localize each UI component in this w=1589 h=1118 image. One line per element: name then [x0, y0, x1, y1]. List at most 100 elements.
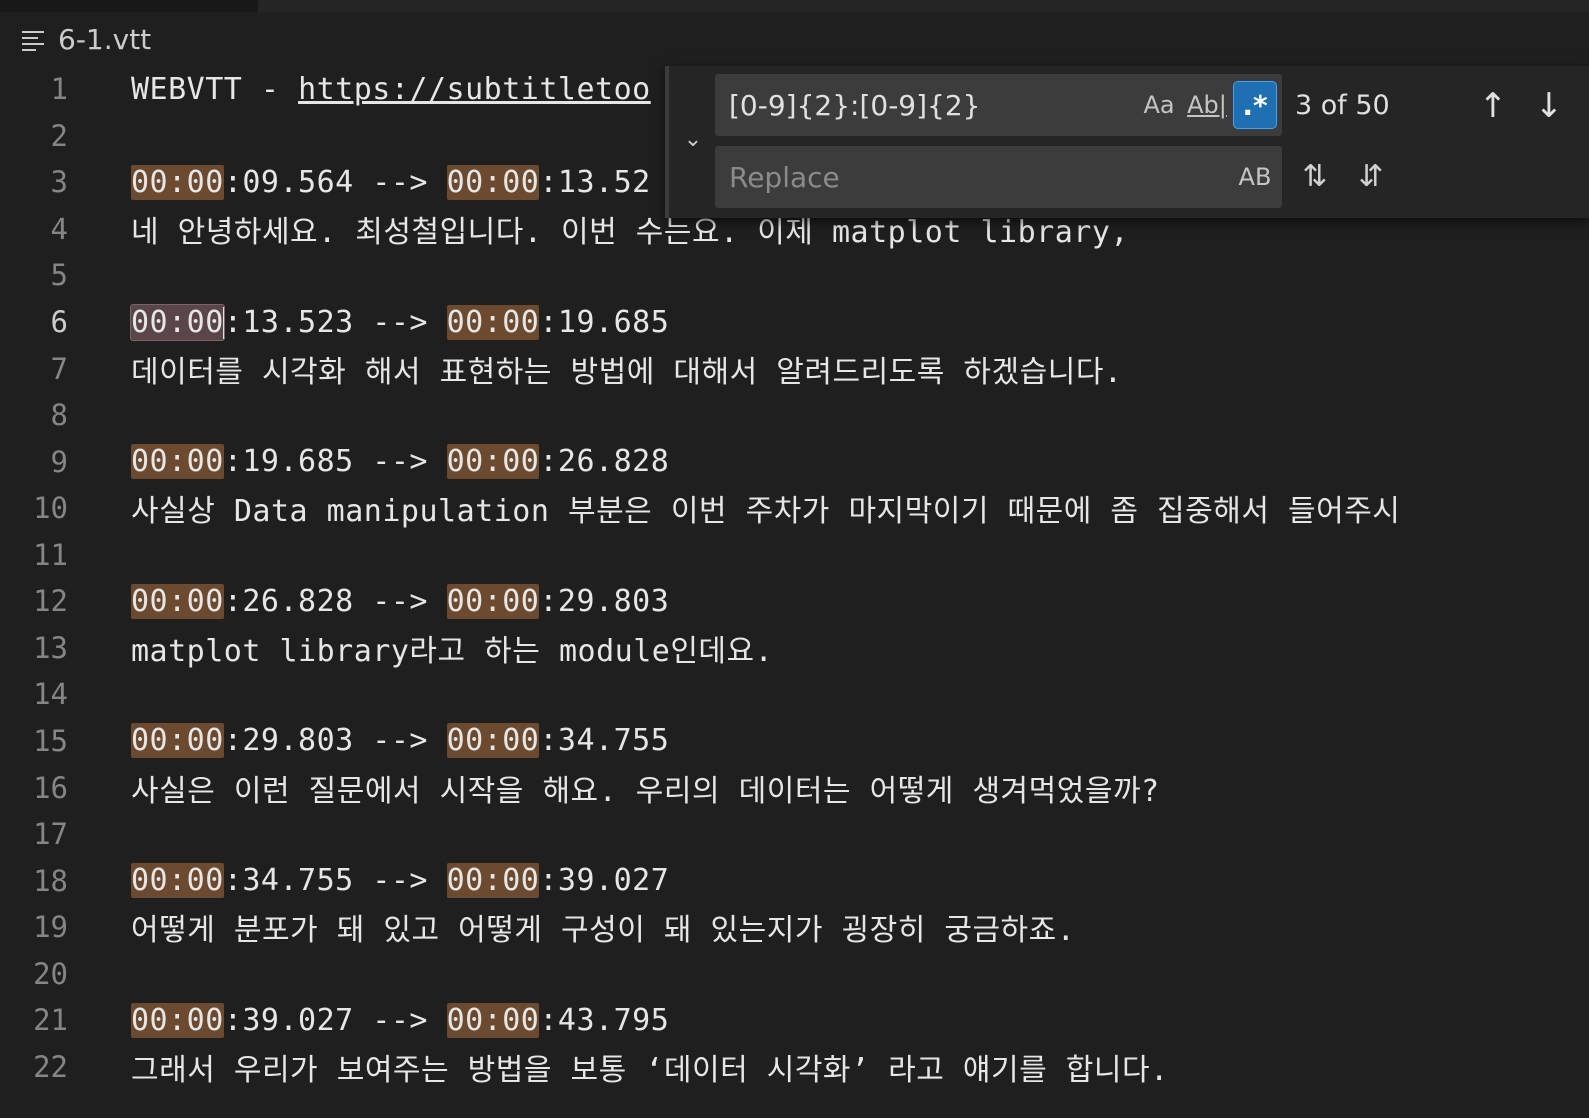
line-number: 15 — [33, 723, 68, 758]
resize-sash[interactable] — [665, 66, 669, 218]
search-match: 00:00 — [446, 164, 540, 200]
match-case-button[interactable]: Aa — [1138, 82, 1180, 128]
regex-icon: .* — [1242, 88, 1268, 122]
editor-line[interactable]: 10 사실상 Data manipulation 부분은 이번 주차가 마지막이기… — [0, 485, 1589, 532]
search-match: 00:00 — [446, 1002, 540, 1038]
line-text[interactable]: 00:00:34.755 --> 00:00:39.027 — [131, 863, 670, 899]
line-text[interactable]: 어떻게 분포가 돼 있고 어떻게 구성이 돼 있는지가 굉장히 궁금하죠. — [131, 905, 1075, 949]
timestamp-text: :39.027 — [539, 863, 670, 899]
editor-line[interactable]: 17 — [0, 811, 1589, 858]
line-number: 22 — [33, 1049, 68, 1084]
search-match: 00:00 — [131, 1002, 224, 1038]
editor-line[interactable]: 6 00:00:13.523 --> 00:00:19.685 — [0, 299, 1589, 346]
header-text: WEBVTT - — [131, 71, 299, 107]
timestamp-text: :26.828 --> — [223, 583, 447, 619]
match-case-label: Aa — [1143, 91, 1175, 119]
line-text[interactable]: 00:00:26.828 --> 00:00:29.803 — [131, 583, 670, 619]
editor-line[interactable]: 14 — [0, 671, 1589, 718]
chevron-down-icon[interactable]: ⌄ — [679, 126, 707, 154]
list-icon — [22, 29, 46, 51]
editor-line[interactable]: 20 — [0, 950, 1589, 997]
line-number: 10 — [33, 491, 68, 526]
line-number: 17 — [33, 817, 68, 852]
line-number: 11 — [33, 537, 68, 572]
line-number: 6 — [50, 305, 68, 339]
line-text[interactable]: 00:00:13.523 --> 00:00:19.685 — [130, 303, 670, 341]
editor-line[interactable]: 21 00:00:39.027 --> 00:00:43.795 — [0, 997, 1589, 1044]
line-number: 19 — [33, 910, 68, 945]
line-number: 21 — [33, 1003, 68, 1038]
search-match: 00:00 — [446, 723, 540, 759]
editor-line[interactable]: 8 — [0, 392, 1589, 439]
search-match: 00:00 — [446, 583, 540, 619]
line-number: 7 — [50, 351, 68, 386]
timestamp-text: :39.027 --> — [223, 1002, 447, 1038]
url-link[interactable]: https://subtitletoo — [298, 72, 651, 107]
search-match: 00:00 — [446, 444, 540, 480]
whole-word-button[interactable]: Ab| — [1186, 82, 1228, 128]
search-match: 00:00 — [131, 723, 224, 759]
editor-line[interactable]: 18 00:00:34.755 --> 00:00:39.027 — [0, 857, 1589, 904]
timestamp-text: :43.795 — [539, 1002, 670, 1038]
timestamp-text: :34.755 — [539, 723, 670, 759]
replace-all-icon[interactable]: ⇵ — [1349, 154, 1393, 200]
timestamp-text: :19.685 — [539, 304, 670, 340]
search-match: 00:00 — [446, 863, 540, 899]
replace-icon[interactable]: ⇅ — [1293, 154, 1337, 200]
line-text[interactable]: 사실은 이런 질문에서 시작을 해요. 우리의 데이터는 어떻게 생겨먹었을까? — [131, 766, 1160, 810]
editor-line[interactable]: 16 사실은 이런 질문에서 시작을 해요. 우리의 데이터는 어떻게 생겨먹었을… — [0, 764, 1589, 811]
line-text[interactable]: matplot library라고 하는 module인데요. — [131, 626, 773, 670]
find-input[interactable]: [0-9]{2}:[0-9]{2} Aa Ab| .* — [715, 74, 1282, 136]
line-number: 9 — [50, 444, 68, 479]
line-number: 14 — [33, 677, 68, 712]
editor-line[interactable]: 12 00:00:26.828 --> 00:00:29.803 — [0, 578, 1589, 625]
find-query[interactable]: [0-9]{2}:[0-9]{2} — [729, 89, 1138, 122]
editor-line[interactable]: 19 어떻게 분포가 돼 있고 어떻게 구성이 돼 있는지가 굉장히 궁금하죠. — [0, 904, 1589, 951]
breadcrumb[interactable]: 6-1.vtt — [0, 12, 1589, 66]
replace-input[interactable]: Replace AB — [715, 146, 1282, 208]
editor[interactable]: 1 WEBVTT - https://subtitletoo 2 3 00:00:09.… — [0, 66, 1589, 1118]
line-number: 4 — [50, 211, 68, 246]
line-number: 12 — [33, 584, 68, 619]
arrow-up-icon[interactable]: ↑ — [1473, 84, 1513, 128]
editor-line[interactable]: 15 00:00:29.803 --> 00:00:34.755 — [0, 718, 1589, 765]
timestamp-text: :13.523 --> — [223, 304, 447, 340]
search-match: 00:00 — [131, 164, 224, 200]
line-text[interactable]: 00:00:19.685 --> 00:00:26.828 — [131, 444, 670, 480]
timestamp-text: :13.52 — [539, 164, 651, 200]
match-count: 3 of 50 — [1295, 90, 1390, 121]
line-number: 1 — [50, 72, 68, 107]
editor-line[interactable]: 7 데이터를 시각화 해서 표현하는 방법에 대해서 알려드리도록 하겠습니다. — [0, 345, 1589, 392]
editor-line[interactable]: 22 그래서 우리가 보여주는 방법을 보통 ‘데이터 시각화’ 라고 얘기를 합… — [0, 1044, 1589, 1091]
replace-placeholder[interactable]: Replace — [729, 161, 1234, 194]
tab-strip — [258, 0, 1589, 12]
search-match: 00:00 — [131, 583, 224, 619]
editor-line[interactable]: 5 — [0, 252, 1589, 299]
line-text[interactable]: 사실상 Data manipulation 부분은 이번 주차가 마지막이기 때… — [131, 486, 1400, 530]
line-number: 2 — [50, 118, 68, 153]
line-number: 20 — [33, 956, 68, 991]
file-name[interactable]: 6-1.vtt — [58, 23, 151, 56]
search-match: 00:00 — [131, 863, 224, 899]
timestamp-text: :26.828 — [539, 444, 670, 480]
whole-word-label: Ab| — [1187, 91, 1227, 119]
line-number: 5 — [50, 258, 68, 293]
editor-line[interactable]: 11 — [0, 532, 1589, 579]
line-text[interactable]: WEBVTT - https://subtitletoo — [131, 72, 651, 107]
regex-button[interactable]: .* — [1233, 81, 1277, 129]
search-match: 00:00 — [130, 303, 225, 341]
timestamp-text: :29.803 — [539, 583, 670, 619]
timestamp-text: :19.685 --> — [223, 444, 447, 480]
editor-line[interactable]: 9 00:00:19.685 --> 00:00:26.828 — [0, 438, 1589, 485]
line-number: 18 — [33, 863, 68, 898]
preserve-case-button[interactable]: AB — [1234, 154, 1276, 200]
line-number: 3 — [50, 165, 68, 200]
line-text[interactable]: 그래서 우리가 보여주는 방법을 보통 ‘데이터 시각화’ 라고 얘기를 합니다… — [131, 1045, 1169, 1089]
arrow-down-icon[interactable]: ↓ — [1529, 84, 1569, 128]
find-replace-widget: ⌄ [0-9]{2}:[0-9]{2} Aa Ab| .* 3 of 50 ↑ … — [665, 66, 1589, 218]
line-text[interactable]: 00:00:39.027 --> 00:00:43.795 — [131, 1002, 670, 1038]
line-text[interactable]: 00:00:29.803 --> 00:00:34.755 — [131, 723, 670, 759]
line-text[interactable]: 00:00:09.564 --> 00:00:13.52 — [131, 164, 651, 200]
line-text[interactable]: 데이터를 시각화 해서 표현하는 방법에 대해서 알려드리도록 하겠습니다. — [131, 347, 1123, 391]
editor-line[interactable]: 13 matplot library라고 하는 module인데요. — [0, 625, 1589, 672]
